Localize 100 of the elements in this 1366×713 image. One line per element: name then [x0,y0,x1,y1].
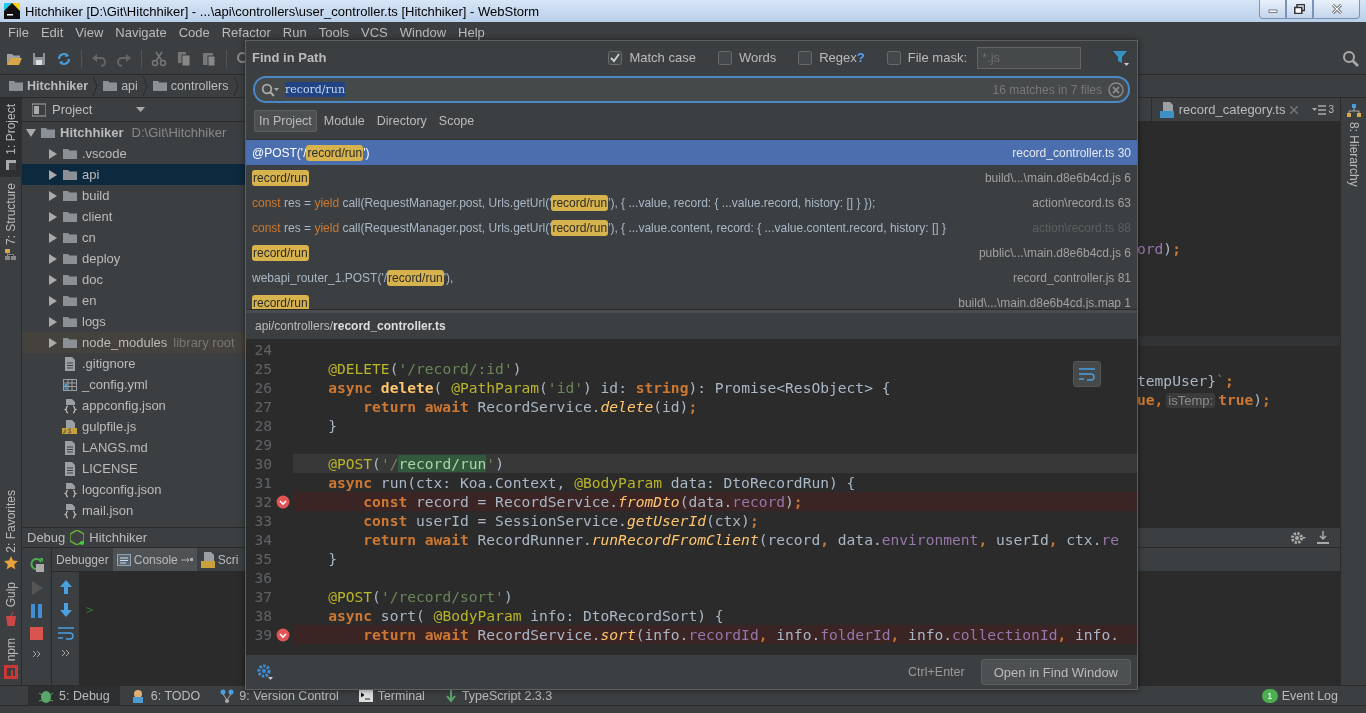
sync-icon[interactable] [56,50,72,67]
collapsed-arrow-icon[interactable] [48,148,58,159]
tool-window-tab[interactable]: 5: Debug [28,686,120,705]
event-log-button[interactable]: 1 Event Log [1261,686,1338,705]
tree-item[interactable]: .gitignore [82,356,136,371]
tree-item[interactable]: Hitchhiker [60,125,124,140]
breadcrumb-item[interactable]: api [102,78,142,94]
panel-title[interactable]: Project [52,102,93,117]
rerun-icon[interactable] [28,556,45,572]
scope-tab[interactable]: Module [318,110,370,132]
tree-item[interactable]: LANGS.md [82,440,148,455]
down-arrow-icon[interactable] [58,603,73,617]
settings-icon[interactable] [1290,530,1306,545]
menu-item[interactable]: VCS [355,25,394,40]
checkbox[interactable] [608,50,623,65]
tree-item[interactable]: gulpfile.js [82,419,137,434]
menu-item[interactable]: Code [172,25,216,40]
tree-item[interactable]: .vscode [82,146,127,161]
collapsed-arrow-icon[interactable] [48,337,58,348]
collapsed-arrow-icon[interactable] [48,169,58,180]
tree-item[interactable]: client [82,209,113,224]
dropdown-icon[interactable] [136,106,146,113]
menu-item[interactable]: View [69,25,110,40]
tree-item[interactable]: en [82,293,97,308]
scope-tab[interactable]: In Project [254,110,317,132]
result-row[interactable]: record/run build\...\main.d8e6b4cd.js 6 [246,165,1137,190]
result-row[interactable]: webapi_router_1.POST('/record/run'), record_controller.js 81 [246,265,1137,290]
collapsed-arrow-icon[interactable] [48,232,58,243]
paste-icon[interactable] [201,50,217,67]
collapsed-arrow-icon[interactable] [48,295,58,306]
result-row[interactable]: record/run public\...\main.d8e6b4cd.js 6 [246,240,1137,265]
copy-icon[interactable] [176,50,192,67]
close-icon[interactable] [1290,105,1299,114]
tool-window-label[interactable]: 7: Structure [3,182,18,245]
save-icon[interactable] [31,50,47,67]
more-icon[interactable] [31,650,42,658]
wrap-icon[interactable] [57,626,74,640]
menu-item[interactable]: Refactor [215,25,277,40]
collapsed-arrow-icon[interactable] [48,274,58,285]
cut-icon[interactable] [151,50,167,67]
tree-item[interactable]: deploy [82,251,121,266]
collapsed-arrow-icon[interactable] [48,316,58,327]
tree-item[interactable]: logconfig.json [82,482,162,497]
breakpoint-icon[interactable] [275,627,290,642]
tree-item[interactable]: build [82,188,110,203]
tree-item[interactable]: _config.yml [82,377,148,392]
menu-item[interactable]: Help [452,25,491,40]
breakpoint-icon[interactable] [275,494,290,509]
clear-icon[interactable] [1108,81,1124,98]
option-label[interactable]: Match case [629,50,696,65]
up-arrow-icon[interactable] [58,580,73,594]
expanded-arrow-icon[interactable] [26,127,36,138]
search-icon[interactable] [1342,49,1360,68]
result-row[interactable]: @POST('/record/run') record_controller.ts 30 [246,140,1137,165]
stop-icon[interactable] [29,627,44,641]
result-row[interactable]: record/run build\...\main.d8e6b4cd.js.map 1 [246,290,1137,309]
tree-item[interactable]: logs [82,314,106,329]
filter-icon[interactable] [1113,49,1129,66]
tool-window-tab[interactable]: 9: Version Control [210,686,349,705]
collapsed-arrow-icon[interactable] [48,211,58,222]
menu-item[interactable]: Run [276,25,313,40]
result-row[interactable]: const res = yield call(RequestManager.post, Urls.getUrl('record/run'), { ...value, record: { ...value.record, history: [] } }); action\record.ts 63 [246,190,1137,215]
editor-tab[interactable]: record_category.ts [1150,98,1307,121]
option-label[interactable]: File mask: [907,50,967,65]
download-icon[interactable] [1316,530,1330,545]
checkbox[interactable] [798,50,813,65]
tree-item[interactable]: LICENSE [82,461,138,476]
menu-item[interactable]: Navigate [109,25,173,40]
checkbox[interactable] [886,50,901,65]
checkbox[interactable] [717,50,732,65]
breadcrumb-item[interactable]: controllers [151,78,233,94]
option-label[interactable]: Words [738,50,777,65]
scope-tab[interactable]: Scope [433,110,480,132]
tree-item[interactable]: doc [82,272,103,287]
pause-icon[interactable] [29,604,44,618]
maximize-button[interactable] [1286,0,1313,19]
tool-window-tab[interactable]: TypeScript 2.3.3 [434,686,563,705]
tree-item[interactable]: cn [82,230,96,245]
collapsed-arrow-icon[interactable] [48,190,58,201]
more-icon[interactable] [60,649,71,657]
tool-window-label[interactable]: npm [3,637,18,661]
option-label[interactable]: Regex [819,50,857,65]
open-in-find-window-button[interactable]: Open in Find Window [980,659,1131,685]
menu-item[interactable]: Edit [34,25,70,40]
settings-icon[interactable] [256,663,274,681]
collapsed-arrow-icon[interactable] [48,253,58,264]
tab-overflow-button[interactable]: 3 [1306,98,1340,121]
debug-tab[interactable]: Scri [196,548,243,571]
breadcrumb-item[interactable]: Hitchhiker [8,78,93,94]
options-button[interactable] [1073,361,1101,387]
tool-window-label[interactable]: Gulp [3,582,18,608]
menu-item[interactable]: Tools [312,25,356,40]
menu-item[interactable]: Window [393,25,453,40]
run-config-label[interactable]: Hitchhiker [89,530,148,545]
tool-window-tab[interactable]: Terminal [348,686,435,705]
menu-item[interactable]: File [2,25,35,40]
help-link[interactable]: ? [856,50,865,65]
tool-window-label[interactable]: 2: Favorites [3,489,18,553]
tree-item[interactable]: appconfig.json [82,398,166,413]
tree-item[interactable]: mail.json [82,503,134,518]
